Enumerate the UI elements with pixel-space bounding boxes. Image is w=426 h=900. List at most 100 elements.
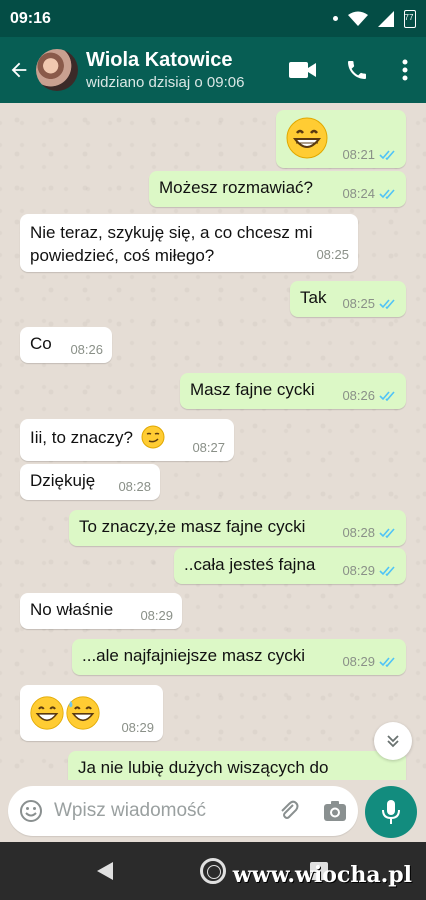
camera-button[interactable]	[312, 786, 358, 836]
message-time: 08:27	[192, 440, 225, 455]
scroll-to-bottom-button[interactable]	[374, 722, 412, 760]
message-time: 08:28	[342, 525, 375, 540]
last-seen: widziano dzisiaj o 09:06	[86, 74, 245, 91]
message-text: Tak	[300, 288, 327, 307]
phone-icon	[348, 61, 366, 79]
watermark: www.wiocha.pl	[232, 862, 412, 888]
video-call-icon	[289, 62, 316, 78]
message-text: To znaczy,że masz fajne cycki	[79, 517, 306, 536]
read-ticks-icon	[379, 528, 395, 538]
message-time: 08:26	[342, 388, 375, 403]
microphone-icon	[382, 800, 400, 824]
message-meta: 08:29	[342, 563, 397, 578]
paperclip-icon	[281, 800, 299, 819]
notification-dot-icon	[333, 16, 338, 21]
message-time: 08:25	[342, 296, 375, 311]
message-meta: 08:26	[342, 388, 397, 403]
chat-header: Wiola Katowice widziano dzisiaj o 09:06	[0, 37, 426, 103]
message-bubble-incoming[interactable]: No właśnie 08:29	[20, 593, 182, 629]
message-input-bar	[0, 780, 426, 842]
battery-level: 77	[404, 12, 414, 22]
status-time: 09:16	[10, 9, 51, 27]
wifi-icon	[348, 11, 368, 26]
voice-message-button[interactable]	[365, 786, 417, 838]
message-meta: 08:28	[118, 479, 151, 494]
signal-icon	[378, 10, 394, 27]
message-meta: 08:26	[70, 342, 103, 357]
message-input[interactable]	[54, 800, 266, 822]
nav-back-icon[interactable]	[96, 861, 114, 881]
read-ticks-icon	[379, 391, 395, 401]
message-bubble-outgoing[interactable]: 08:21	[276, 110, 406, 168]
message-text: Masz fajne cycki	[190, 380, 315, 399]
message-text: No właśnie	[30, 600, 114, 619]
message-bubble-incoming[interactable]: Nie teraz, szykuję się, a co chcesz mi p…	[20, 214, 358, 272]
message-meta: 08:29	[342, 654, 397, 669]
grinning-sweat-emoji-icon	[66, 696, 100, 730]
avatar[interactable]	[36, 49, 78, 91]
message-input-container	[8, 786, 358, 836]
back-arrow-icon	[11, 62, 27, 78]
message-time: 08:21	[342, 147, 375, 162]
message-time: 08:26	[70, 342, 103, 357]
message-bubble-outgoing[interactable]: ..cała jesteś fajna 08:29	[174, 548, 406, 584]
message-meta: 08:27	[192, 440, 225, 455]
emoji-button[interactable]	[8, 786, 54, 836]
message-time: 08:28	[118, 479, 151, 494]
read-ticks-icon	[379, 657, 395, 667]
back-button[interactable]	[2, 37, 36, 103]
message-meta: 08:29	[140, 608, 173, 623]
read-ticks-icon	[379, 566, 395, 576]
message-bubble-incoming[interactable]: 08:29	[20, 685, 163, 741]
message-text: Iii, to znaczy?	[30, 428, 133, 447]
status-bar: 09:16 77	[0, 0, 426, 37]
message-text: ..cała jesteś fajna	[184, 555, 316, 574]
read-ticks-icon	[379, 299, 395, 309]
chat-area[interactable]: 08:21 Możesz rozmawiać? 08:24 Nie teraz,…	[0, 103, 426, 780]
battery-icon: 77	[404, 9, 416, 28]
read-ticks-icon	[379, 189, 395, 199]
message-bubble-incoming[interactable]: Iii, to znaczy? 08:27	[20, 419, 234, 461]
message-text-line: Nie teraz, szykuję się, a co chcesz mi	[30, 223, 313, 242]
contact-name: Wiola Katowice	[86, 49, 233, 71]
contact-info[interactable]: Wiola Katowice widziano dzisiaj o 09:06	[86, 49, 276, 91]
message-text: Możesz rozmawiać?	[159, 178, 313, 197]
message-text: ...ale najfajniejsze masz cycki	[82, 646, 305, 665]
message-time: 08:29	[342, 654, 375, 669]
grinning-emoji-icon	[30, 696, 64, 730]
message-text-line: powiedzieć, coś miłego?	[30, 246, 215, 265]
message-bubble-incoming[interactable]: Dziękuję 08:28	[20, 464, 160, 500]
smirking-face-emoji-icon	[141, 425, 165, 449]
message-time: 08:25	[316, 247, 349, 262]
message-bubble-outgoing[interactable]: Możesz rozmawiać? 08:24	[149, 171, 406, 207]
double-chevron-down-icon	[387, 735, 399, 748]
message-meta: 08:24	[342, 186, 397, 201]
message-bubble-incoming[interactable]: Co 08:26	[20, 327, 112, 363]
message-text: Dziękuję	[30, 471, 96, 490]
message-bubble-outgoing[interactable]: Ja nie lubię dużych wiszących do	[68, 751, 406, 780]
message-text: Co	[30, 334, 52, 353]
grinning-emoji-icon	[286, 117, 328, 159]
more-vert-icon	[402, 59, 408, 81]
camera-icon	[324, 801, 346, 821]
attach-button[interactable]	[266, 786, 312, 836]
message-meta: 08:28	[342, 525, 397, 540]
message-time: 08:29	[342, 563, 375, 578]
message-meta: 08:25	[316, 243, 349, 266]
read-ticks-icon	[379, 150, 395, 160]
smiley-icon	[20, 800, 42, 822]
message-bubble-outgoing[interactable]: To znaczy,że masz fajne cycki 08:28	[69, 510, 406, 546]
video-call-button[interactable]	[276, 37, 330, 103]
nav-home-icon[interactable]	[200, 858, 226, 884]
system-nav-bar: www.wiocha.pl	[0, 842, 426, 900]
message-meta: 08:21	[342, 147, 397, 162]
voice-call-button[interactable]	[330, 37, 384, 103]
message-meta: 08:25	[342, 296, 397, 311]
message-time: 08:24	[342, 186, 375, 201]
menu-button[interactable]	[384, 37, 426, 103]
message-bubble-outgoing[interactable]: Masz fajne cycki 08:26	[180, 373, 406, 409]
message-bubble-outgoing[interactable]: ...ale najfajniejsze masz cycki 08:29	[72, 639, 406, 675]
message-meta: 08:29	[121, 720, 154, 735]
message-time: 08:29	[140, 608, 173, 623]
message-bubble-outgoing[interactable]: Tak 08:25	[290, 281, 406, 317]
